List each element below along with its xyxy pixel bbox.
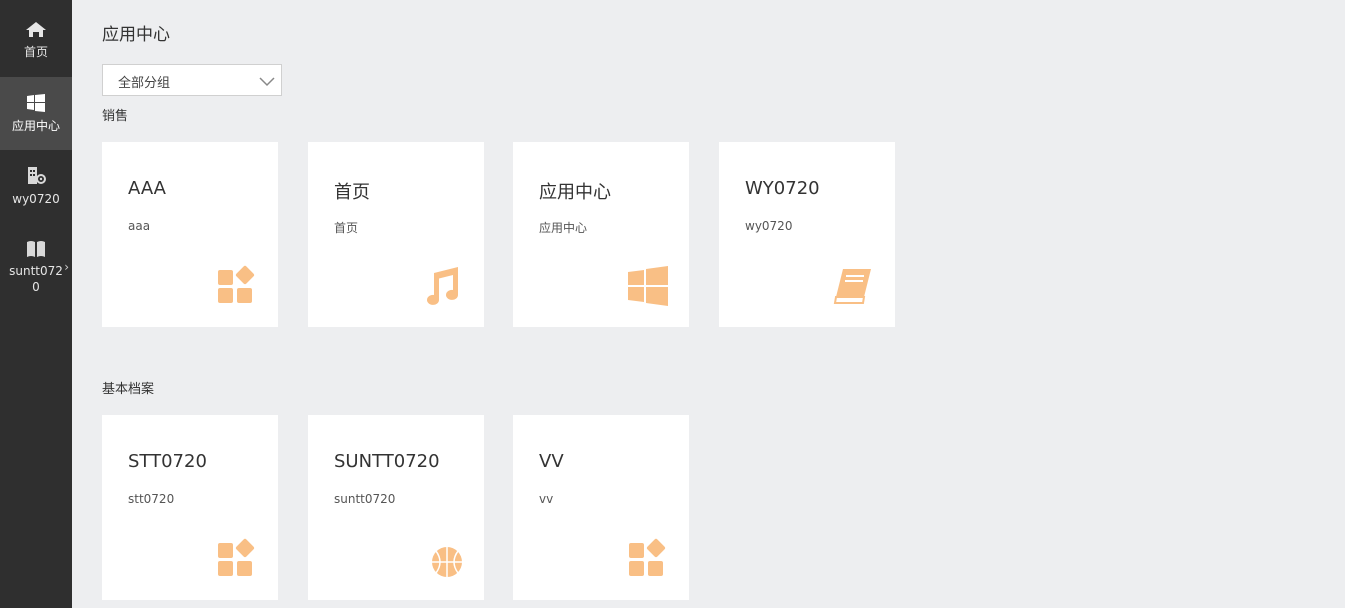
apps-grid-icon <box>214 265 258 307</box>
app-card-subtitle: 首页 <box>334 221 359 235</box>
app-card-subtitle: vv <box>539 492 554 506</box>
app-card[interactable]: 应用中心 应用中心 <box>513 142 689 327</box>
app-card-title: AAA <box>128 178 166 199</box>
sidebar-item-label: wy0720 <box>12 192 60 206</box>
apps-grid-icon <box>625 538 669 580</box>
apps-grid-icon <box>214 538 258 580</box>
app-card[interactable]: SUNTT0720 suntt0720 <box>308 415 484 600</box>
app-card-title: 应用中心 <box>539 182 611 203</box>
sidebar-item-label: 应用中心 <box>11 119 60 133</box>
book-icon <box>25 239 47 259</box>
app-card-subtitle: aaa <box>128 219 151 233</box>
sidebar-item-home[interactable]: 首页 <box>0 4 72 77</box>
app-card[interactable]: VV vv <box>513 415 689 600</box>
sidebar-item-app-center[interactable]: 应用中心 <box>0 77 72 150</box>
group-select-value: 全部分组 <box>118 76 171 91</box>
basketball-icon <box>420 538 464 580</box>
app-card-title: VV <box>539 451 564 472</box>
book-icon <box>831 265 875 307</box>
app-card-title: SUNTT0720 <box>334 451 440 472</box>
sidebar-item-label-line2: 0 <box>32 280 40 294</box>
group-select[interactable]: 全部分组 <box>102 64 282 96</box>
app-card-subtitle: suntt0720 <box>334 492 396 506</box>
sidebar-item-label: 首页 <box>23 45 48 59</box>
home-icon <box>25 20 47 40</box>
chevron-right-icon: › <box>64 260 69 274</box>
app-card-subtitle: wy0720 <box>745 219 793 233</box>
sidebar-item-wy0720[interactable]: wy0720 <box>0 150 72 223</box>
windows-icon <box>625 265 669 307</box>
section-title: 基本档案 <box>102 382 155 397</box>
app-card[interactable]: STT0720 stt0720 <box>102 415 278 600</box>
sidebar: 首页 应用中心 wy0720 suntt072 0 › <box>0 0 72 608</box>
app-card-title: 首页 <box>334 182 370 203</box>
chevron-down-icon <box>259 73 275 87</box>
page-title: 应用中心 <box>102 25 170 45</box>
sidebar-item-label-line1: suntt072 <box>9 264 63 278</box>
app-card-title: STT0720 <box>128 451 207 472</box>
app-card[interactable]: WY0720 wy0720 <box>719 142 895 327</box>
app-card[interactable]: AAA aaa <box>102 142 278 327</box>
music-note-icon <box>420 265 464 307</box>
app-card-subtitle: stt0720 <box>128 492 175 506</box>
app-card-subtitle: 应用中心 <box>539 221 588 235</box>
app-card-title: WY0720 <box>745 178 820 199</box>
app-card[interactable]: 首页 首页 <box>308 142 484 327</box>
sidebar-item-suntt0720[interactable]: suntt072 0 › <box>0 223 72 296</box>
windows-icon <box>25 93 47 113</box>
section-title: 销售 <box>102 109 129 124</box>
building-icon <box>25 166 47 186</box>
